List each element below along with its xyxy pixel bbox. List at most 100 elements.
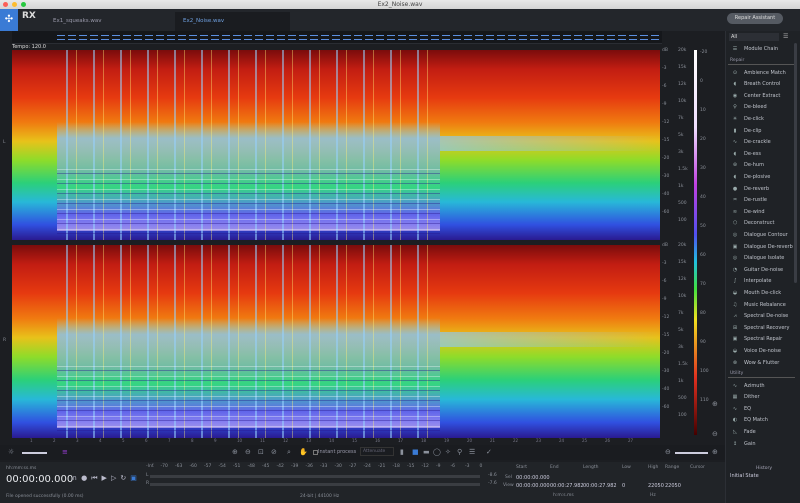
module-filter-dropdown[interactable]: All	[729, 33, 779, 41]
time-tick-label: 7	[168, 438, 171, 443]
waveform-overview[interactable]	[12, 31, 662, 44]
module-item-de-plosive[interactable]: ◖ De-plosive	[731, 171, 771, 182]
module-item-spectral-de-noise[interactable]: ⩘ Spectral De-noise	[731, 311, 789, 322]
module-item-deconstruct[interactable]: ⬡ Deconstruct	[731, 218, 775, 229]
repair-assistant-button[interactable]: Repair Assistant	[727, 13, 783, 24]
view-high-field[interactable]: 22050	[648, 483, 664, 489]
module-item-gain[interactable]: ↕ Gain	[731, 438, 756, 449]
repair-section-header[interactable]: Repair	[728, 56, 795, 65]
skip-back-icon[interactable]: ⏮	[91, 474, 101, 482]
view-range-field[interactable]: 22050	[665, 483, 681, 489]
view-end-field[interactable]: 00:00:27.982	[550, 483, 584, 489]
module-item-de-click[interactable]: ✳ De-click	[731, 113, 764, 124]
module-item-dither[interactable]: ▦ Dither	[731, 392, 760, 403]
module-item-dialogue-isolate[interactable]: ◎ Dialogue Isolate	[731, 253, 785, 264]
module-item-de-hum[interactable]: ⊛ De-hum	[731, 160, 764, 171]
selection-header: Length	[583, 465, 599, 470]
horizontal-zoom-slider[interactable]	[675, 452, 708, 454]
harmonic-selection-icon[interactable]: ⚲	[457, 448, 462, 456]
play-icon[interactable]: ▶	[102, 474, 111, 482]
module-item-mouth-de-click[interactable]: ◒ Mouth De-click	[731, 287, 781, 298]
view-low-field[interactable]: 0	[622, 483, 625, 489]
module-item-de-ess[interactable]: ◖ De-ess	[731, 148, 761, 159]
zoom-in-icon[interactable]: ⊕	[232, 448, 238, 456]
hz-tick-label: 5k	[678, 133, 684, 138]
view-start-field[interactable]: 00:00:00.000	[516, 483, 550, 489]
meter-tick-label: -27	[349, 464, 357, 469]
module-item-de-rustle[interactable]: ♒ De-rustle	[731, 195, 767, 206]
waveform-spectrogram-toggle-icon[interactable]: ☼	[8, 448, 14, 456]
magnify-tool-icon[interactable]: ⌕	[287, 448, 291, 457]
zoom-fit-icon[interactable]: ⊘	[271, 448, 277, 456]
time-tick-label: 3	[76, 438, 79, 443]
list-view-icon[interactable]: ☰	[783, 33, 788, 40]
loop-icon[interactable]: ↻	[120, 474, 130, 482]
module-list-scrollbar[interactable]	[794, 43, 797, 283]
module-icon: ●	[732, 185, 738, 192]
module-item-azimuth[interactable]: ∿ Azimuth	[731, 380, 765, 391]
headphones-icon[interactable]: ∩	[72, 474, 81, 482]
time-format-dropdown[interactable]: hh:mm:ss.ms	[6, 466, 36, 471]
module-item-ambience-match[interactable]: ⊙ Ambience Match	[731, 67, 786, 78]
module-item-de-reverb[interactable]: ● De-reverb	[731, 183, 769, 194]
module-item-breath-control[interactable]: ◖ Breath Control	[731, 79, 781, 90]
module-item-de-crackle[interactable]: ∿ De-crackle	[731, 137, 771, 148]
meter-bar-right	[150, 483, 480, 486]
zoom-in-vertical-icon[interactable]: ⊕	[712, 400, 718, 408]
zoom-out-horizontal-icon[interactable]: ⊖	[665, 448, 671, 456]
module-item-dialogue-contour[interactable]: ◎ Dialogue Contour	[731, 229, 788, 240]
spectrogram-settings-icon[interactable]: ≡	[62, 448, 68, 456]
view-length-field[interactable]: 00:00:27.982	[583, 483, 617, 489]
lasso-icon[interactable]: ◯	[433, 448, 441, 456]
module-icon: ⊙	[732, 69, 738, 76]
check-icon[interactable]: ✓	[486, 448, 492, 456]
meter-tick-label: -60	[189, 464, 197, 469]
module-item-de-wind[interactable]: ≋ De-wind	[731, 206, 765, 217]
follow-playback-icon[interactable]: ▣	[130, 474, 141, 482]
zoom-out-vertical-icon[interactable]: ⊖	[712, 430, 718, 438]
hand-tool-icon[interactable]: ✋	[299, 448, 308, 456]
db-tick-label: -15	[662, 333, 670, 338]
record-icon[interactable]: ●	[81, 474, 91, 482]
module-item-eq[interactable]: ∿ EQ	[731, 403, 751, 414]
db-tick-label: -9	[662, 102, 667, 107]
module-item-interpolate[interactable]: ∫ Interpolate	[731, 276, 772, 287]
module-item-spectral-repair[interactable]: ▣ Spectral Repair	[731, 334, 783, 345]
module-item-voice-de-noise[interactable]: ◒ Voice De-noise	[731, 345, 781, 356]
magic-wand-icon[interactable]: ✧	[445, 448, 451, 456]
zoom-in-horizontal-icon[interactable]: ⊕	[712, 448, 718, 456]
tab-ex1-squeaks[interactable]: Ex1_squeaks.wav	[45, 12, 160, 31]
time-ruler[interactable]: 1 2 3 4 5 6 7 8 9 10 11 12 13 14 15 16 17 18 19 20 21 22 23 24 2…	[12, 438, 660, 445]
colorbar	[694, 50, 697, 435]
spectrogram-channel-right[interactable]	[12, 245, 660, 438]
time-selection-icon[interactable]: ▮	[400, 448, 404, 456]
module-item-spectral-recovery[interactable]: ⊞ Spectral Recovery	[731, 322, 790, 333]
module-item-guitar-de-noise[interactable]: ◔ Guitar De-noise	[731, 264, 783, 275]
db-tick-label: -12	[662, 120, 670, 125]
sel-start-field[interactable]: 00:00:00.000	[516, 475, 550, 481]
utility-section-header[interactable]: Utility	[728, 369, 795, 378]
zoom-out-icon[interactable]: ⊖	[245, 448, 251, 456]
spectrogram-channel-left[interactable]	[12, 50, 660, 240]
instant-process-mode-dropdown[interactable]: Attenuate	[360, 447, 394, 456]
module-item-dialogue-de-reverb[interactable]: ▣ Dialogue De-reverb	[731, 241, 793, 252]
frequency-selection-icon[interactable]: ▬	[423, 448, 430, 456]
module-chain-button[interactable]: ☰ Module Chain	[731, 43, 778, 54]
brush-icon[interactable]: ☰	[469, 448, 475, 456]
module-item-music-rebalance[interactable]: ♫ Music Rebalance	[731, 299, 786, 310]
tab-ex2-noise[interactable]: Ex2_Noise.wav	[175, 12, 290, 31]
opacity-slider[interactable]	[22, 452, 47, 454]
module-grid-icon[interactable]: ✣	[0, 9, 18, 31]
module-item-eq-match[interactable]: ◐ EQ Match	[731, 415, 768, 426]
module-item-de-clip[interactable]: ▮ De-clip	[731, 125, 762, 136]
time-frequency-selection-icon[interactable]: ■	[412, 448, 419, 456]
history-item[interactable]: Initial State	[730, 473, 759, 479]
module-item-wow-flutter[interactable]: ⊗ Wow & Flutter	[731, 357, 779, 368]
module-item-center-extract[interactable]: ◉ Center Extract	[731, 90, 781, 101]
module-item-fade[interactable]: ◺ Fade	[731, 426, 756, 437]
module-label: Spectral Repair	[744, 336, 783, 343]
module-item-de-bleed[interactable]: ♀ De-bleed	[731, 102, 766, 113]
zoom-selection-icon[interactable]: ⊡	[258, 448, 264, 456]
play-selection-icon[interactable]: ▷	[111, 474, 120, 482]
meter-tick-label: -42	[276, 464, 284, 469]
